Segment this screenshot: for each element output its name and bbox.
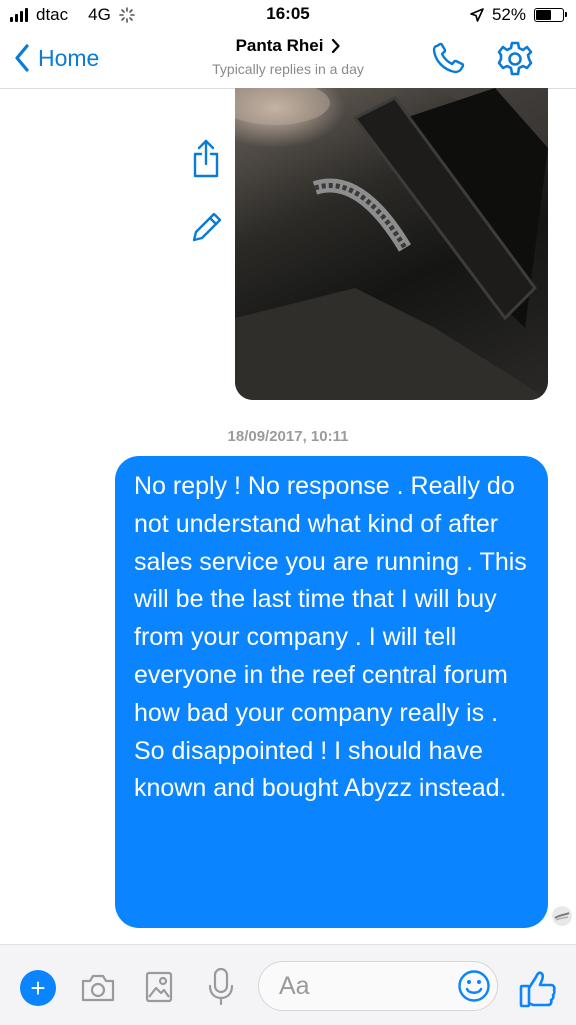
- photo-content: [235, 88, 548, 400]
- sent-message-bubble[interactable]: No reply ! No response . Really do not u…: [115, 456, 548, 928]
- emoji-icon[interactable]: [457, 969, 491, 1003]
- gear-icon[interactable]: [496, 40, 534, 78]
- message-timestamp: 18/09/2017, 10:11: [227, 428, 349, 445]
- contact-name: Panta Rhei: [235, 36, 324, 55]
- back-label: Home: [38, 44, 100, 71]
- message-composer: + Aa: [0, 944, 576, 1025]
- chevron-right-icon: [332, 39, 341, 53]
- microphone-icon[interactable]: [206, 967, 236, 1007]
- status-right: 52%: [470, 4, 567, 26]
- gallery-icon[interactable]: [145, 971, 173, 1003]
- message-input-placeholder: Aa: [279, 972, 310, 1000]
- conversation-header: Home Panta Rhei Typically replies in a d…: [0, 30, 576, 89]
- battery-icon: [534, 8, 567, 22]
- seen-avatar-icon: [552, 906, 572, 926]
- message-input[interactable]: Aa: [258, 961, 498, 1011]
- contact-subtitle: Typically replies in a day: [212, 61, 364, 77]
- contact-name-row[interactable]: Panta Rhei: [236, 36, 341, 56]
- back-button[interactable]: Home: [14, 40, 99, 76]
- phone-icon[interactable]: [430, 42, 468, 76]
- thumbs-up-icon[interactable]: [518, 969, 558, 1009]
- chevron-left-icon: [15, 44, 29, 72]
- contact-info[interactable]: Panta Rhei Typically replies in a day: [150, 36, 426, 77]
- plus-icon[interactable]: +: [20, 970, 56, 1006]
- share-icon[interactable]: [188, 138, 224, 180]
- photo-attachment[interactable]: [235, 88, 548, 400]
- status-bar: dtac 4G 16:05 52%: [0, 0, 576, 30]
- battery-level: [536, 10, 551, 20]
- location-arrow-icon: [470, 8, 484, 22]
- edit-icon[interactable]: [188, 208, 224, 244]
- battery-percent: 52%: [491, 5, 526, 24]
- camera-icon[interactable]: [80, 973, 116, 1003]
